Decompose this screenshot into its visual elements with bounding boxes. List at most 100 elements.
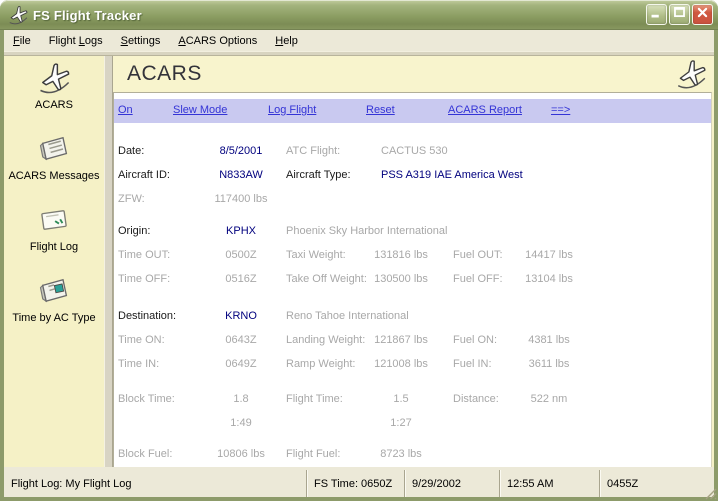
field-label: Time OUT: xyxy=(118,243,170,267)
title-bar[interactable]: FS Flight Tracker xyxy=(0,0,718,30)
field-label: Aircraft Type: xyxy=(286,163,351,187)
toolbar-link-on[interactable]: On xyxy=(118,104,133,116)
menu-item-file[interactable]: File xyxy=(4,33,40,49)
menu-item-help[interactable]: Help xyxy=(266,33,307,49)
acars-panel: On Slew Mode Log Flight Reset ACARS Report ==… xyxy=(113,92,712,467)
sidebar-item-label: Time by AC Type xyxy=(4,312,104,324)
field-label: Time IN: xyxy=(118,352,159,376)
menu-item-acars-options[interactable]: ACARS Options xyxy=(169,33,266,49)
flight-data-row: 1:491:27 xyxy=(114,411,711,435)
sidebar-item-flight-log[interactable]: Flight Log xyxy=(4,202,104,253)
field-label: Fuel OUT: xyxy=(453,243,503,267)
sidebar-item-time-by-ac-type[interactable]: Time by AC Type xyxy=(4,273,104,324)
field-label: Date: xyxy=(118,139,144,163)
flight-data: Date:8/5/2001ATC Flight:CACTUS 530Aircra… xyxy=(114,123,711,466)
flight-data-row: Aircraft ID:N833AWAircraft Type:PSS A319… xyxy=(114,163,711,187)
status-panel-4: 12:55 AM xyxy=(500,470,600,497)
field-label: ZFW: xyxy=(118,187,145,211)
flight-data-row: Date:8/5/2001ATC Flight:CACTUS 530 xyxy=(114,139,711,163)
field-label: Ramp Weight: xyxy=(286,352,356,376)
flight-data-row: Time ON:0643ZLanding Weight:121867 lbsFu… xyxy=(114,328,711,352)
toolbar-link-reset[interactable]: Reset xyxy=(366,104,395,116)
airplane-icon xyxy=(36,60,72,96)
sidebar-item-label: ACARS Messages xyxy=(4,170,104,182)
toolbar-link-slew-mode[interactable]: Slew Mode xyxy=(173,104,227,116)
flight-data-row: Time IN:0649ZRamp Weight:121008 lbsFuel … xyxy=(114,352,711,376)
field-label: Block Time: xyxy=(118,387,175,411)
field-value: 121008 lbs xyxy=(361,352,441,376)
status-panel-5: 0455Z xyxy=(600,470,702,497)
field-label: ATC Flight: xyxy=(286,139,340,163)
menu-item-settings[interactable]: Settings xyxy=(112,33,170,49)
minimize-button[interactable] xyxy=(646,4,667,25)
client-area: ACARS ACARS Messages Flight Log Time by AC … xyxy=(4,51,714,467)
flight-data-row: Block Fuel:10806 lbsFlight Fuel:8723 lbs xyxy=(114,442,711,466)
field-label: Fuel IN: xyxy=(453,352,492,376)
flight-data-row: Destination:KRNOReno Tahoe International xyxy=(114,304,711,328)
resize-grip-icon[interactable] xyxy=(704,487,717,500)
field-value: 522 nm xyxy=(509,387,589,411)
main-area: ACARS On Slew Mode Log Flight Reset ACARS Re… xyxy=(113,56,714,467)
flight-data-row: ZFW: 117400 lbs xyxy=(114,187,711,211)
field-value: 13104 lbs xyxy=(509,267,589,291)
field-label: Taxi Weight: xyxy=(286,243,346,267)
close-icon xyxy=(693,3,712,27)
status-bar: Flight Log: My Flight LogFS Time: 0650Z9… xyxy=(4,467,714,497)
toolbar-link-log-flight[interactable]: Log Flight xyxy=(268,104,316,116)
field-label: Aircraft ID: xyxy=(118,163,170,187)
acars-toolbar: On Slew Mode Log Flight Reset ACARS Report ==… xyxy=(114,99,711,123)
page-title: ACARS xyxy=(113,62,202,86)
status-panel-2: FS Time: 0650Z xyxy=(307,470,405,497)
field-value: 4381 lbs xyxy=(509,328,589,352)
field-label: Landing Weight: xyxy=(286,328,365,352)
field-label: Distance: xyxy=(453,387,499,411)
field-value: 117400 lbs xyxy=(176,187,306,211)
sidebar-item-acars-messages[interactable]: ACARS Messages xyxy=(4,131,104,182)
field-label: Flight Fuel: xyxy=(286,442,340,466)
vertical-splitter[interactable] xyxy=(104,56,113,467)
field-value: 1:49 xyxy=(176,411,306,435)
field-label: Time OFF: xyxy=(118,267,170,291)
page-header: ACARS xyxy=(113,56,714,92)
field-value: Reno Tahoe International xyxy=(286,304,409,328)
field-label: Destination: xyxy=(118,304,176,328)
field-value: 131816 lbs xyxy=(361,243,441,267)
field-label: Origin: xyxy=(118,219,150,243)
field-label: Fuel ON: xyxy=(453,328,497,352)
sidebar-item-label: ACARS xyxy=(4,99,104,111)
menu-item-flight-logs[interactable]: Flight Logs xyxy=(40,33,112,49)
app-window: FS Flight Tracker FileFlight LogsSetting… xyxy=(0,0,718,501)
status-panel-1: Flight Log: My Flight Log xyxy=(4,470,307,497)
field-value: 8723 lbs xyxy=(361,442,441,466)
field-label: Time ON: xyxy=(118,328,165,352)
close-button[interactable] xyxy=(692,4,713,25)
newspaper-icon xyxy=(36,131,72,167)
field-value[interactable]: PSS A319 IAE America West xyxy=(381,163,523,187)
field-value: Phoenix Sky Harbor International xyxy=(286,219,447,243)
airplane-icon xyxy=(7,4,29,26)
field-value: 3611 lbs xyxy=(509,352,589,376)
maximize-icon xyxy=(670,3,689,27)
flight-data-row: Origin:KPHXPhoenix Sky Harbor Internatio… xyxy=(114,219,711,243)
field-value: CACTUS 530 xyxy=(381,139,448,163)
report-icon xyxy=(36,273,72,309)
flight-data-row: Time OUT:0500ZTaxi Weight:131816 lbsFuel… xyxy=(114,243,711,267)
toolbar-link-[interactable]: ==> xyxy=(551,104,570,116)
field-label: Flight Time: xyxy=(286,387,343,411)
side-bar: ACARS ACARS Messages Flight Log Time by AC … xyxy=(4,56,104,467)
minimize-icon xyxy=(647,3,666,27)
field-label: Fuel OFF: xyxy=(453,267,503,291)
toolbar-link-acars-report[interactable]: ACARS Report xyxy=(448,104,522,116)
maximize-button[interactable] xyxy=(669,4,690,25)
field-label: Block Fuel: xyxy=(118,442,172,466)
flight-data-row: Time OFF:0516ZTake Off Weight:130500 lbs… xyxy=(114,267,711,291)
airplane-icon xyxy=(674,57,708,91)
sidebar-item-acars[interactable]: ACARS xyxy=(4,60,104,111)
window-controls xyxy=(646,4,713,25)
flight-data-row: Block Time:1.8Flight Time:1.5Distance:52… xyxy=(114,387,711,411)
menu-bar: FileFlight LogsSettingsACARS OptionsHelp xyxy=(4,30,714,51)
field-value: 1.5 xyxy=(361,387,441,411)
status-panel-3: 9/29/2002 xyxy=(405,470,500,497)
field-value: 14417 lbs xyxy=(509,243,589,267)
window-title: FS Flight Tracker xyxy=(33,8,142,23)
